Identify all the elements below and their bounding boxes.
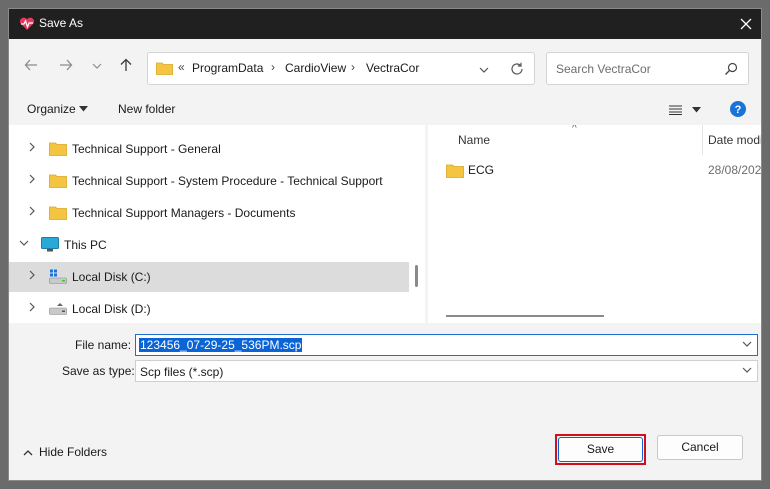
up-button[interactable] bbox=[115, 58, 137, 78]
chevron-down-icon[interactable] bbox=[479, 65, 489, 75]
save-as-type-value: Scp files (*.scp) bbox=[140, 365, 224, 379]
close-icon bbox=[740, 18, 752, 30]
search-icon bbox=[725, 62, 738, 75]
command-bar: Organize New folder ? bbox=[9, 95, 761, 125]
monitor-icon bbox=[41, 237, 59, 252]
folder-icon bbox=[446, 164, 464, 178]
tree-item-technical-support-managers[interactable]: Technical Support Managers - Documents bbox=[9, 198, 409, 228]
save-form: File name: 123456_07-29-25_536PM.scp Sav… bbox=[9, 323, 761, 423]
chevron-down-icon bbox=[92, 63, 102, 69]
arrow-right-icon bbox=[60, 59, 73, 71]
tree-item-local-disk-c[interactable]: Local Disk (C:) bbox=[9, 262, 409, 292]
column-header-date[interactable]: Date modi bbox=[708, 133, 761, 147]
back-button[interactable] bbox=[20, 58, 42, 78]
breadcrumb-cardioview[interactable]: CardioView bbox=[285, 61, 346, 75]
view-list-icon[interactable] bbox=[669, 105, 682, 115]
tree-item-technical-support-general[interactable]: Technical Support - General bbox=[9, 134, 409, 164]
chevron-down-icon[interactable] bbox=[19, 238, 31, 250]
tree-item-this-pc[interactable]: This PC bbox=[9, 230, 409, 260]
horizontal-scrollbar[interactable] bbox=[446, 315, 604, 317]
file-list-pane: ^ Name Date modi ECG 28/08/2024 bbox=[428, 125, 762, 323]
save-button[interactable]: Save bbox=[558, 437, 643, 462]
address-bar[interactable]: « ProgramData › CardioView › VectraCor bbox=[147, 52, 535, 85]
tree-item-label: Local Disk (D:) bbox=[72, 302, 151, 316]
file-name-input[interactable]: 123456_07-29-25_536PM.scp bbox=[135, 334, 758, 356]
tree-item-local-disk-d[interactable]: Local Disk (D:) bbox=[9, 294, 409, 323]
search-input[interactable]: Search VectraCor bbox=[546, 52, 749, 85]
tree-item-label: This PC bbox=[64, 238, 107, 252]
breadcrumb-programdata[interactable]: ProgramData bbox=[192, 61, 263, 75]
caret-down-icon[interactable] bbox=[692, 107, 701, 113]
folder-icon bbox=[49, 206, 67, 220]
cancel-button[interactable]: Cancel bbox=[657, 435, 743, 460]
title-bar: Save As bbox=[9, 9, 761, 39]
save-as-dialog: Save As « ProgramData › CardioView › Vec… bbox=[8, 8, 762, 481]
hide-folders-label: Hide Folders bbox=[39, 445, 108, 459]
chevron-down-icon[interactable] bbox=[742, 339, 752, 349]
column-header-name[interactable]: Name bbox=[458, 133, 490, 147]
tree-item-label: Technical Support - System Procedure - T… bbox=[72, 174, 383, 188]
chevron-right-icon[interactable] bbox=[27, 206, 39, 218]
folder-icon bbox=[49, 174, 67, 188]
chevron-right-icon[interactable] bbox=[27, 174, 39, 186]
drive-icon bbox=[49, 303, 67, 315]
file-name-label: File name: bbox=[75, 338, 132, 352]
sort-ascending-icon: ^ bbox=[572, 125, 577, 134]
address-overflow[interactable]: « bbox=[178, 60, 185, 74]
file-name-value: 123456_07-29-25_536PM.scp bbox=[139, 338, 303, 352]
tree-item-label: Technical Support Managers - Documents bbox=[72, 206, 296, 220]
chevron-right-icon[interactable] bbox=[27, 302, 39, 314]
drive-icon bbox=[49, 269, 67, 284]
chevron-right-icon[interactable] bbox=[27, 270, 39, 282]
caret-down-icon[interactable] bbox=[79, 106, 88, 112]
breadcrumb-separator: › bbox=[351, 60, 355, 74]
tree-item-label: Technical Support - General bbox=[72, 142, 221, 156]
svg-text:?: ? bbox=[735, 104, 742, 116]
navigation-pane: Technical Support - General Technical Su… bbox=[9, 125, 425, 323]
folder-icon bbox=[49, 142, 67, 156]
chevron-right-icon[interactable] bbox=[27, 142, 39, 154]
breadcrumb-separator: › bbox=[271, 60, 275, 74]
save-as-type-select[interactable]: Scp files (*.scp) bbox=[135, 360, 758, 382]
tree-item-technical-support-system-procedure[interactable]: Technical Support - System Procedure - T… bbox=[9, 166, 409, 196]
breadcrumb-vectracor[interactable]: VectraCor bbox=[366, 61, 419, 75]
column-divider[interactable] bbox=[702, 125, 703, 155]
dialog-footer: Hide Folders Save Cancel bbox=[9, 423, 761, 480]
chevron-up-icon bbox=[23, 450, 33, 456]
recent-locations-button[interactable] bbox=[86, 58, 108, 78]
folder-icon bbox=[156, 62, 173, 75]
arrow-left-icon bbox=[24, 59, 37, 71]
forward-button[interactable] bbox=[55, 58, 77, 78]
close-button[interactable] bbox=[731, 9, 761, 39]
help-icon[interactable]: ? bbox=[730, 101, 746, 117]
navigation-bar: « ProgramData › CardioView › VectraCor S… bbox=[9, 39, 761, 95]
refresh-icon[interactable] bbox=[510, 62, 524, 76]
heart-ecg-icon bbox=[19, 17, 35, 30]
save-as-type-label: Save as type: bbox=[62, 364, 135, 378]
arrow-up-icon bbox=[120, 58, 132, 71]
navigation-scrollbar[interactable] bbox=[415, 265, 418, 287]
search-placeholder: Search VectraCor bbox=[556, 62, 651, 76]
dialog-title: Save As bbox=[39, 16, 84, 30]
file-row-ecg[interactable]: ECG 28/08/2024 bbox=[428, 159, 762, 181]
file-name: ECG bbox=[468, 163, 495, 177]
chevron-down-icon[interactable] bbox=[742, 365, 752, 375]
new-folder-button[interactable]: New folder bbox=[118, 102, 175, 116]
tree-item-label: Local Disk (C:) bbox=[72, 270, 151, 284]
file-date: 28/08/2024 bbox=[708, 163, 762, 177]
organize-button[interactable]: Organize bbox=[27, 102, 76, 116]
